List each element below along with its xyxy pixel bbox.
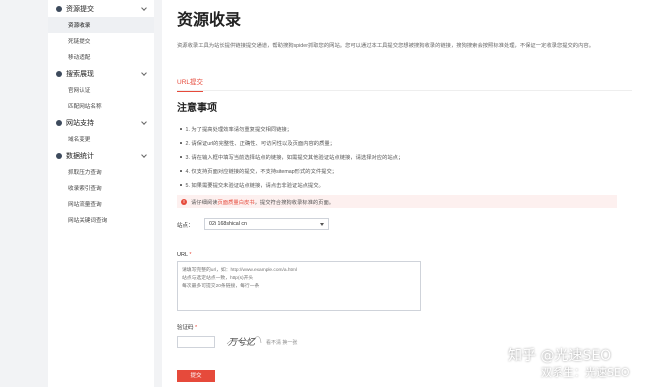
tab-divider: [177, 90, 632, 91]
captcha-label: 验证码 *: [177, 323, 197, 331]
chevron-down-icon: [141, 119, 147, 125]
notice-list: 1. 为了提高处理效率请勿重复提交相同链接； 2. 请保证url的完整性、正确性…: [177, 122, 617, 192]
captcha-text: 万兮忆: [228, 337, 256, 348]
chevron-down-icon: [141, 70, 147, 76]
main-content: 资源收录 资源收录工具为站长提供链接提交通道，帮助搜狗spider抓取您的网站。…: [162, 0, 650, 387]
notice-text: 2. 请保证url的完整性、正确性、可访问性以及页面内容的质量；: [185, 141, 336, 147]
site-select[interactable]: 02i 168shical cn: [204, 218, 329, 230]
url-textarea[interactable]: [177, 261, 421, 311]
notice-item: 1. 为了提高处理效率请勿重复提交相同链接；: [177, 122, 617, 136]
sidebar-item[interactable]: 匹配网站名称: [48, 98, 154, 114]
url-label: URL *: [177, 252, 191, 258]
captcha-refresh-link[interactable]: 看不清 换一张: [266, 339, 297, 346]
watermark-line1: 知乎 @光速SEO: [508, 348, 612, 364]
notice-item: 3. 请在输入框中填写当前选择站点的链接，如需提交其他验证站点链接，请选择对应的…: [177, 150, 617, 164]
notice-text: 3. 请在输入框中填写当前选择站点的链接，如需提交其他验证站点链接，请选择对应的…: [185, 155, 404, 161]
captcha-input[interactable]: [177, 336, 215, 348]
watermark-line2: 双系生：光速SEO: [541, 366, 630, 379]
sidebar-section-header[interactable]: 网站支持: [48, 114, 154, 131]
caret-down-icon: [320, 223, 324, 226]
sidebar-item[interactable]: 移动适配: [48, 49, 154, 65]
section-icon: [56, 119, 62, 126]
bullet-icon: [180, 128, 182, 130]
notice-item: 4. 仅支持页面对应链接的提交，不支持sitemap形式的文件提交；: [177, 164, 617, 178]
sidebar-section-header[interactable]: 数据统计: [48, 147, 154, 164]
sidebar-item[interactable]: 网站关键词查询: [48, 212, 154, 228]
notice-item: 5. 如果需要提交未验证站点链接，请点击非验证站点提交。: [177, 178, 617, 192]
sidebar-item[interactable]: 抓取压力查询: [48, 164, 154, 180]
section-icon: [56, 152, 62, 159]
sidebar-item[interactable]: 域名变更: [48, 131, 154, 147]
url-label-text: URL: [177, 252, 188, 258]
chevron-down-icon: [141, 152, 147, 158]
sidebar-item[interactable]: 官网认证: [48, 82, 154, 98]
notice-item: 2. 请保证url的完整性、正确性、可访问性以及页面内容的质量；: [177, 136, 617, 150]
site-label: 站点：: [177, 223, 194, 229]
warning-suffix: ，提交符合搜狗收录标准的页面。: [254, 199, 335, 206]
warning-prefix: 请仔细阅读: [191, 199, 218, 206]
sidebar-section-header[interactable]: 资源提交: [48, 0, 154, 17]
captcha-label-text: 验证码: [177, 325, 194, 331]
notice-title: 注意事项: [177, 103, 217, 114]
section-icon: [56, 70, 62, 77]
sidebar-section-title: 搜索展现: [66, 70, 94, 78]
sidebar-section-title: 资源提交: [66, 5, 94, 13]
required-mark: *: [189, 252, 192, 258]
warning-icon: !: [181, 198, 187, 205]
page-intro: 资源收录工具为站长提供链接提交通道，帮助搜狗spider抓取您的网站。您可以通过…: [177, 43, 594, 49]
notice-text: 5. 如果需要提交未验证站点链接，请点击非验证站点提交。: [185, 183, 324, 189]
sidebar: 资源提交资源收录 死链提交 移动适配搜索展现官网认证 匹配网站名称网站支持域名变更数据…: [48, 0, 154, 387]
required-mark: *: [195, 325, 198, 331]
bullet-icon: [180, 170, 182, 172]
sidebar-item[interactable]: 资源收录: [48, 17, 154, 33]
notice-text: 1. 为了提高处理效率请勿重复提交相同链接；: [185, 127, 293, 133]
bullet-icon: [180, 142, 182, 144]
section-icon: [56, 5, 62, 12]
whitepaper-link[interactable]: 页面质量白皮书: [218, 198, 255, 206]
submit-button[interactable]: 提交: [177, 370, 215, 382]
sidebar-section-title: 数据统计: [66, 152, 94, 160]
site-select-value: 02i 168shical cn: [209, 221, 247, 227]
sidebar-item[interactable]: 收录索引查询: [48, 180, 154, 196]
captcha-image[interactable]: 万兮忆: [226, 333, 262, 349]
sidebar-item[interactable]: 网站流量查询: [48, 196, 154, 212]
bullet-icon: [180, 156, 182, 158]
chevron-down-icon: [141, 5, 147, 11]
bullet-icon: [180, 184, 182, 186]
sidebar-section-header[interactable]: 搜索展现: [48, 65, 154, 82]
notice-text: 4. 仅支持页面对应链接的提交，不支持sitemap形式的文件提交；: [185, 169, 338, 175]
warning-banner: ! 请仔细阅读 页面质量白皮书 ，提交符合搜狗收录标准的页面。: [177, 195, 617, 208]
page-title: 资源收录: [177, 10, 242, 29]
sidebar-item[interactable]: 死链提交: [48, 33, 154, 49]
sidebar-section-title: 网站支持: [66, 119, 94, 127]
